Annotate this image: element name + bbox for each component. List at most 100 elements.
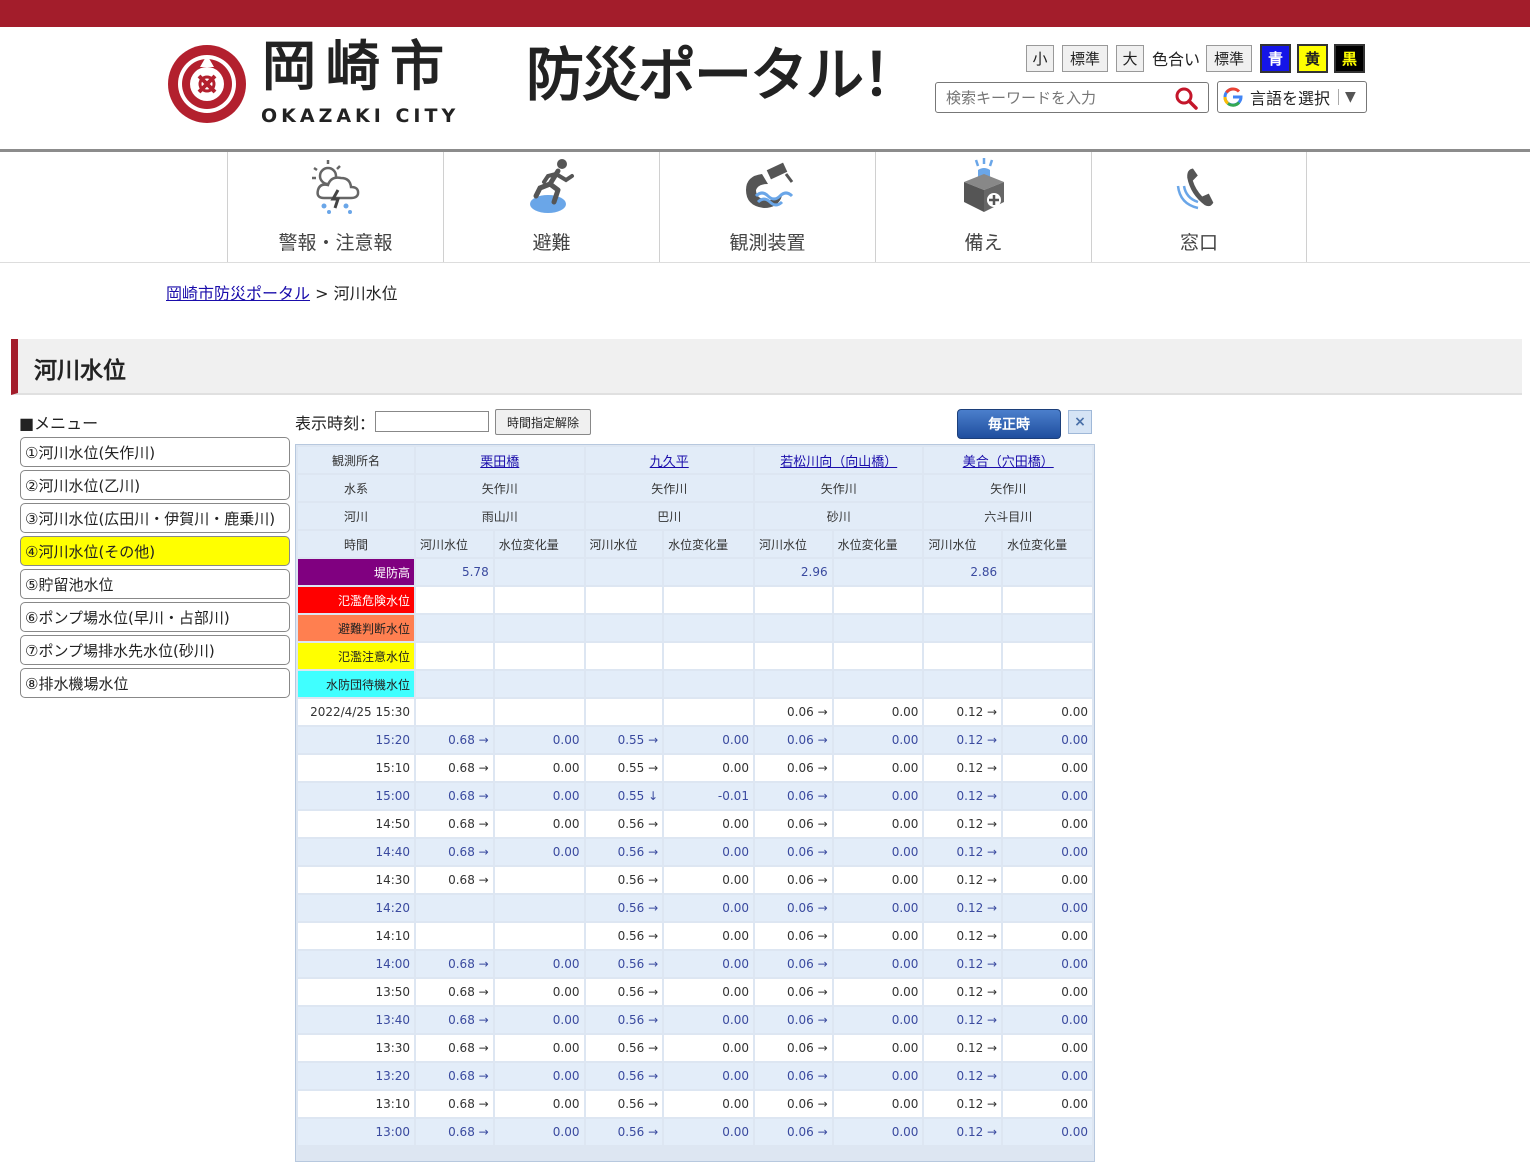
station-header-row: 観測所名 栗田橋 九久平 若松川向（向山橋） 美合（穴田橋）	[298, 447, 1092, 473]
value-cell: 0.12 →	[924, 755, 1002, 781]
top-brand-bar	[0, 0, 1530, 27]
threshold-value	[585, 615, 663, 641]
value-cell: 0.12 →	[924, 1091, 1002, 1117]
table-row: 13:40 0.68 → 0.00 0.56 → 0.00 0.06 → 0.00 0.12 …	[298, 1007, 1092, 1033]
menu-item[interactable]: ⑤貯留池水位	[20, 569, 290, 599]
okazaki-city-seal-icon[interactable]	[166, 43, 248, 125]
nav-divider	[0, 262, 1530, 263]
running-person-icon	[530, 159, 574, 213]
table-row: 13:30 0.68 → 0.00 0.56 → 0.00 0.06 → 0.00 0.12 …	[298, 1035, 1092, 1061]
value-cell: 0.56 →	[585, 895, 663, 921]
nav-item-preparation[interactable]: 備え	[875, 152, 1091, 262]
value-cell: 0.00	[833, 979, 923, 1005]
value-cell: 0.00	[1003, 867, 1092, 893]
value-cell: 0.00	[664, 895, 753, 921]
threshold-value	[1003, 615, 1092, 641]
weather-storm-icon	[312, 160, 360, 214]
nav-label-preparation: 備え	[964, 232, 1003, 254]
system-cell: 矢作川	[585, 475, 753, 501]
clear-time-button[interactable]: 時間指定解除	[495, 409, 591, 435]
value-cell: 0.00	[494, 839, 584, 865]
threshold-value	[494, 559, 584, 585]
breadcrumb: 岡崎市防災ポータル > 河川水位	[166, 280, 398, 304]
nav-item-evacuation[interactable]: 避難	[443, 152, 659, 262]
nav-label-contact: 窓口	[1179, 232, 1218, 254]
page-title: 河川水位	[34, 358, 126, 384]
page-title-bar: 河川水位	[11, 339, 1522, 395]
color-black-button[interactable]: 黒	[1334, 43, 1366, 73]
threshold-value	[416, 615, 493, 641]
language-select[interactable]: 言語を選択 ▼	[1217, 81, 1367, 113]
threshold-value	[833, 559, 923, 585]
value-cell: 0.56 →	[585, 867, 663, 893]
value-cell: 0.00	[664, 1035, 753, 1061]
breadcrumb-home-link[interactable]: 岡崎市防災ポータル	[166, 284, 310, 303]
city-name-en[interactable]: OKAZAKI CITY	[261, 105, 459, 127]
breadcrumb-current: 河川水位	[333, 284, 398, 303]
threshold-value	[416, 671, 493, 697]
nav-item-warnings[interactable]: 警報・注意報	[227, 152, 443, 262]
value-cell: 0.68 →	[416, 755, 493, 781]
value-cell: 0.00	[664, 951, 753, 977]
menu-item[interactable]: ①河川水位(矢作川)	[20, 437, 290, 467]
menu-item[interactable]: ⑧排水機場水位	[20, 668, 290, 698]
nav-item-contact[interactable]: 窓口	[1091, 152, 1307, 262]
nav-item-observation[interactable]: 観測装置	[659, 152, 875, 262]
value-cell: 0.12 →	[924, 1119, 1002, 1145]
table-row: 13:00 0.68 → 0.00 0.56 → 0.00 0.06 → 0.00 0.12 …	[298, 1119, 1092, 1145]
menu-item[interactable]: ⑥ポンプ場水位(早川・占部川)	[20, 602, 290, 632]
portal-title[interactable]: 防災ポータル！	[526, 46, 920, 104]
city-name-jp[interactable]: 岡崎市	[262, 40, 454, 94]
display-time-input[interactable]	[375, 411, 489, 432]
font-large-button[interactable]: 大	[1116, 44, 1144, 72]
value-cell: 0.06 →	[754, 839, 832, 865]
value-cell: 0.68 →	[416, 979, 493, 1005]
value-cell: 0.06 →	[754, 1063, 832, 1089]
menu-item[interactable]: ②河川水位(乙川)	[20, 470, 290, 500]
value-cell: 0.06 →	[754, 923, 832, 949]
station-link[interactable]: 美合（穴田橋）	[963, 455, 1054, 470]
table-row: 14:30 0.68 → 0.56 → 0.00 0.06 → 0.00 0.12 → 0.0…	[298, 867, 1092, 893]
accessibility-controls: 小 標準 大 色合い 標準 青 黄 黒	[1026, 43, 1371, 73]
threshold-value	[664, 615, 753, 641]
value-cell: 0.06 →	[754, 895, 832, 921]
nav-label-observation: 観測装置	[729, 232, 806, 254]
menu-item[interactable]: ④河川水位(その他)	[20, 536, 290, 566]
value-cell: 0.55 →	[585, 755, 663, 781]
water-level-table-container[interactable]: 観測所名 栗田橋 九久平 若松川向（向山橋） 美合（穴田橋） 水系 矢作川 矢作川 矢作川 矢作川…	[295, 444, 1095, 1162]
value-cell: 0.56 →	[585, 1035, 663, 1061]
station-link[interactable]: 若松川向（向山橋）	[780, 455, 897, 470]
value-cell: 0.00	[664, 1007, 753, 1033]
site-search	[935, 82, 1209, 113]
display-time-label: 表示時刻：	[295, 414, 376, 433]
threshold-value	[664, 671, 753, 697]
station-link[interactable]: 九久平	[650, 455, 689, 470]
search-icon[interactable]	[1174, 86, 1198, 110]
color-standard-button[interactable]: 標準	[1206, 44, 1253, 72]
table-row: 15:20 0.68 → 0.00 0.55 → 0.00 0.06 → 0.00 0.12 …	[298, 727, 1092, 753]
table-row: 14:40 0.68 → 0.00 0.56 → 0.00 0.06 → 0.00 0.12 …	[298, 839, 1092, 865]
time-cell: 14:20	[298, 895, 415, 921]
color-yellow-button[interactable]: 黄	[1297, 43, 1329, 73]
hourly-button[interactable]: 毎正時	[957, 409, 1061, 439]
menu-item[interactable]: ③河川水位(広田川・伊賀川・鹿乗川)	[20, 503, 290, 533]
search-input[interactable]	[944, 88, 1164, 108]
time-cell: 15:20	[298, 727, 415, 753]
value-cell: 0.06 →	[754, 867, 832, 893]
river-level-header: 河川水位	[924, 531, 1002, 557]
font-standard-button[interactable]: 標準	[1062, 44, 1108, 72]
value-cell: 0.06 →	[754, 979, 832, 1005]
time-cell: 14:50	[298, 811, 415, 837]
google-icon	[1223, 87, 1243, 107]
value-cell: 0.00	[664, 867, 753, 893]
time-cell: 13:20	[298, 1063, 415, 1089]
menu-item[interactable]: ⑦ポンプ場排水先水位(砂川)	[20, 635, 290, 665]
threshold-value	[416, 587, 493, 613]
color-blue-button[interactable]: 青	[1260, 43, 1292, 73]
river-cell: 雨山川	[416, 503, 584, 529]
value-cell: 0.06 →	[754, 783, 832, 809]
font-small-button[interactable]: 小	[1026, 44, 1054, 72]
close-icon[interactable]: ×	[1068, 410, 1092, 434]
station-link[interactable]: 栗田橋	[480, 455, 519, 470]
value-cell: 0.06 →	[754, 1007, 832, 1033]
